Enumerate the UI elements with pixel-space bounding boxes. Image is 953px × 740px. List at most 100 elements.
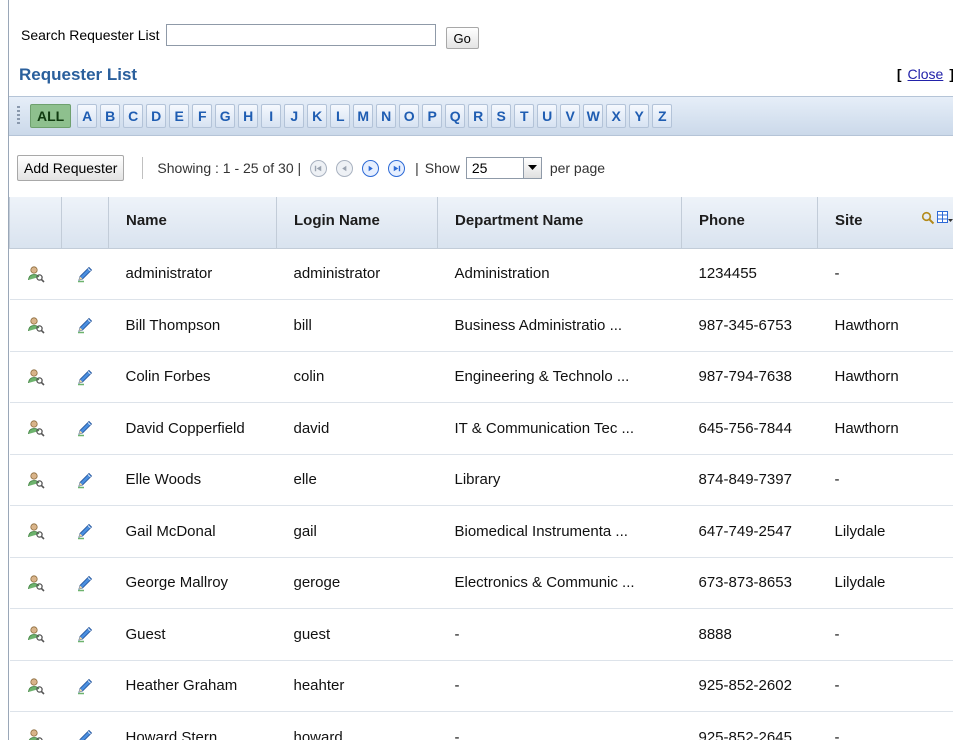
cell-phone: 8888 — [681, 608, 818, 661]
table-row[interactable]: Bill Thompson bill Business Administratio … — [9, 299, 953, 352]
cell-site: Lilydale — [817, 505, 953, 558]
letter-filter-f[interactable]: F — [192, 104, 213, 128]
previous-page-icon[interactable] — [336, 159, 354, 177]
letter-filter-c[interactable]: C — [123, 104, 144, 128]
letter-filter-b[interactable]: B — [100, 104, 121, 128]
table-row[interactable]: administrator administrator Administration… — [9, 248, 953, 300]
table-row[interactable]: Gail McDonal gail Biomedical Instrumenta .… — [9, 505, 953, 558]
letter-filter-l[interactable]: L — [330, 104, 351, 128]
cell-name[interactable]: David Copperfield — [108, 402, 277, 455]
letter-filter-o[interactable]: O — [399, 104, 420, 128]
cell-name[interactable]: administrator — [108, 248, 277, 300]
cell-name[interactable]: Guest — [108, 608, 277, 661]
column-chooser-icon[interactable] — [936, 211, 953, 229]
column-header-phone[interactable]: Phone — [681, 197, 818, 249]
letter-filter-a[interactable]: A — [77, 104, 98, 128]
edit-requester-icon[interactable] — [76, 316, 94, 334]
edit-requester-icon[interactable] — [76, 368, 94, 386]
cell-site: Hawthorn — [817, 299, 953, 352]
edit-requester-icon[interactable] — [76, 522, 94, 540]
letter-filter-d[interactable]: D — [146, 104, 167, 128]
letter-filter-all[interactable]: ALL — [30, 104, 72, 128]
next-page-icon[interactable] — [362, 159, 380, 177]
cell-name[interactable]: George Mallroy — [108, 557, 277, 609]
cell-site: - — [817, 711, 953, 740]
letter-filter-k[interactable]: K — [307, 104, 328, 128]
table-row[interactable]: David Copperfield david IT & Communication… — [9, 402, 953, 455]
letter-filter-x[interactable]: X — [606, 104, 627, 128]
letter-filter-m[interactable]: M — [353, 104, 374, 128]
cell-login: colin — [276, 351, 438, 403]
view-requester-icon[interactable] — [27, 471, 45, 489]
edit-requester-icon[interactable] — [76, 574, 94, 592]
grip-icon — [17, 106, 20, 126]
cell-name[interactable]: Elle Woods — [108, 454, 277, 506]
letter-filter-i[interactable]: I — [261, 104, 282, 128]
view-requester-icon[interactable] — [27, 368, 45, 386]
edit-requester-icon[interactable] — [76, 419, 94, 437]
chevron-down-icon[interactable] — [522, 158, 541, 178]
search-input[interactable] — [165, 24, 436, 46]
table-row[interactable]: Heather Graham heahter -925-852-2602- — [9, 660, 953, 712]
letter-filter-p[interactable]: P — [422, 104, 443, 128]
requester-table: Name Login Name Department Name Phone Si… — [9, 197, 953, 740]
view-requester-icon[interactable] — [27, 265, 45, 283]
letter-filter-j[interactable]: J — [284, 104, 305, 128]
view-requester-icon[interactable] — [27, 316, 45, 334]
view-requester-icon[interactable] — [27, 677, 45, 695]
table-row[interactable]: Howard Stern howard -925-852-2645- — [9, 711, 953, 740]
letter-filter-t[interactable]: T — [514, 104, 535, 128]
last-page-icon[interactable] — [388, 159, 406, 177]
cell-department: Business Administratio ... — [437, 299, 682, 352]
edit-requester-icon[interactable] — [76, 471, 94, 489]
cell-name[interactable]: Bill Thompson — [108, 299, 277, 352]
table-row[interactable]: Elle Woods elle Library 874-849-7397- — [9, 454, 953, 506]
column-header-name[interactable]: Name — [108, 197, 277, 249]
cell-name[interactable]: Gail McDonal — [108, 505, 277, 558]
edit-requester-icon[interactable] — [76, 728, 94, 740]
view-requester-icon[interactable] — [27, 419, 45, 437]
per-page-select[interactable]: 25 — [465, 157, 542, 179]
view-requester-icon[interactable] — [27, 728, 45, 740]
letter-filter-g[interactable]: G — [215, 104, 236, 128]
cell-login: bill — [276, 299, 438, 352]
cell-name[interactable]: Howard Stern — [108, 711, 277, 740]
letter-filter-y[interactable]: Y — [629, 104, 650, 128]
column-header-login[interactable]: Login Name — [276, 197, 438, 249]
cell-department: Engineering & Technolo ... — [437, 351, 682, 403]
table-row[interactable]: Colin Forbes colin Engineering & Technolo … — [9, 351, 953, 403]
requester-list-window: Search Requester List Go Requester List … — [8, 0, 953, 740]
cell-phone: 673-873-8653 — [681, 557, 818, 609]
search-icon[interactable] — [921, 211, 935, 229]
edit-requester-icon[interactable] — [76, 677, 94, 695]
letter-filter-z[interactable]: Z — [652, 104, 673, 128]
edit-cell — [61, 505, 109, 558]
letter-filter-n[interactable]: N — [376, 104, 397, 128]
view-requester-icon[interactable] — [27, 625, 45, 643]
edit-requester-icon[interactable] — [76, 625, 94, 643]
column-header-site[interactable]: Site — [817, 197, 953, 249]
letter-filter-r[interactable]: R — [468, 104, 489, 128]
letter-filter-v[interactable]: V — [560, 104, 581, 128]
add-requester-button[interactable]: Add Requester — [17, 155, 125, 181]
view-requester-icon[interactable] — [27, 522, 45, 540]
go-button[interactable]: Go — [445, 27, 479, 49]
table-row[interactable]: Guest guest -8888- — [9, 608, 953, 661]
letter-filter-h[interactable]: H — [238, 104, 259, 128]
table-row[interactable]: George Mallroy geroge Electronics & Commun… — [9, 557, 953, 609]
letter-filter-q[interactable]: Q — [445, 104, 466, 128]
letter-filter-s[interactable]: S — [491, 104, 512, 128]
letter-filter-w[interactable]: W — [583, 104, 604, 128]
close-link[interactable]: Close — [908, 66, 944, 82]
column-header-department[interactable]: Department Name — [437, 197, 682, 249]
cell-login: elle — [276, 454, 438, 506]
view-requester-icon[interactable] — [27, 574, 45, 592]
letter-filter-e[interactable]: E — [169, 104, 190, 128]
letter-filter-u[interactable]: U — [537, 104, 558, 128]
alphabet-filter-bar: ALL A B C D E F G H I J K L M N O P Q R S T U V W X Y Z — [9, 96, 953, 136]
cell-name[interactable]: Colin Forbes — [108, 351, 277, 403]
cell-name[interactable]: Heather Graham — [108, 660, 277, 712]
edit-requester-icon[interactable] — [76, 265, 94, 283]
edit-cell — [61, 299, 109, 352]
first-page-icon[interactable] — [310, 159, 328, 177]
